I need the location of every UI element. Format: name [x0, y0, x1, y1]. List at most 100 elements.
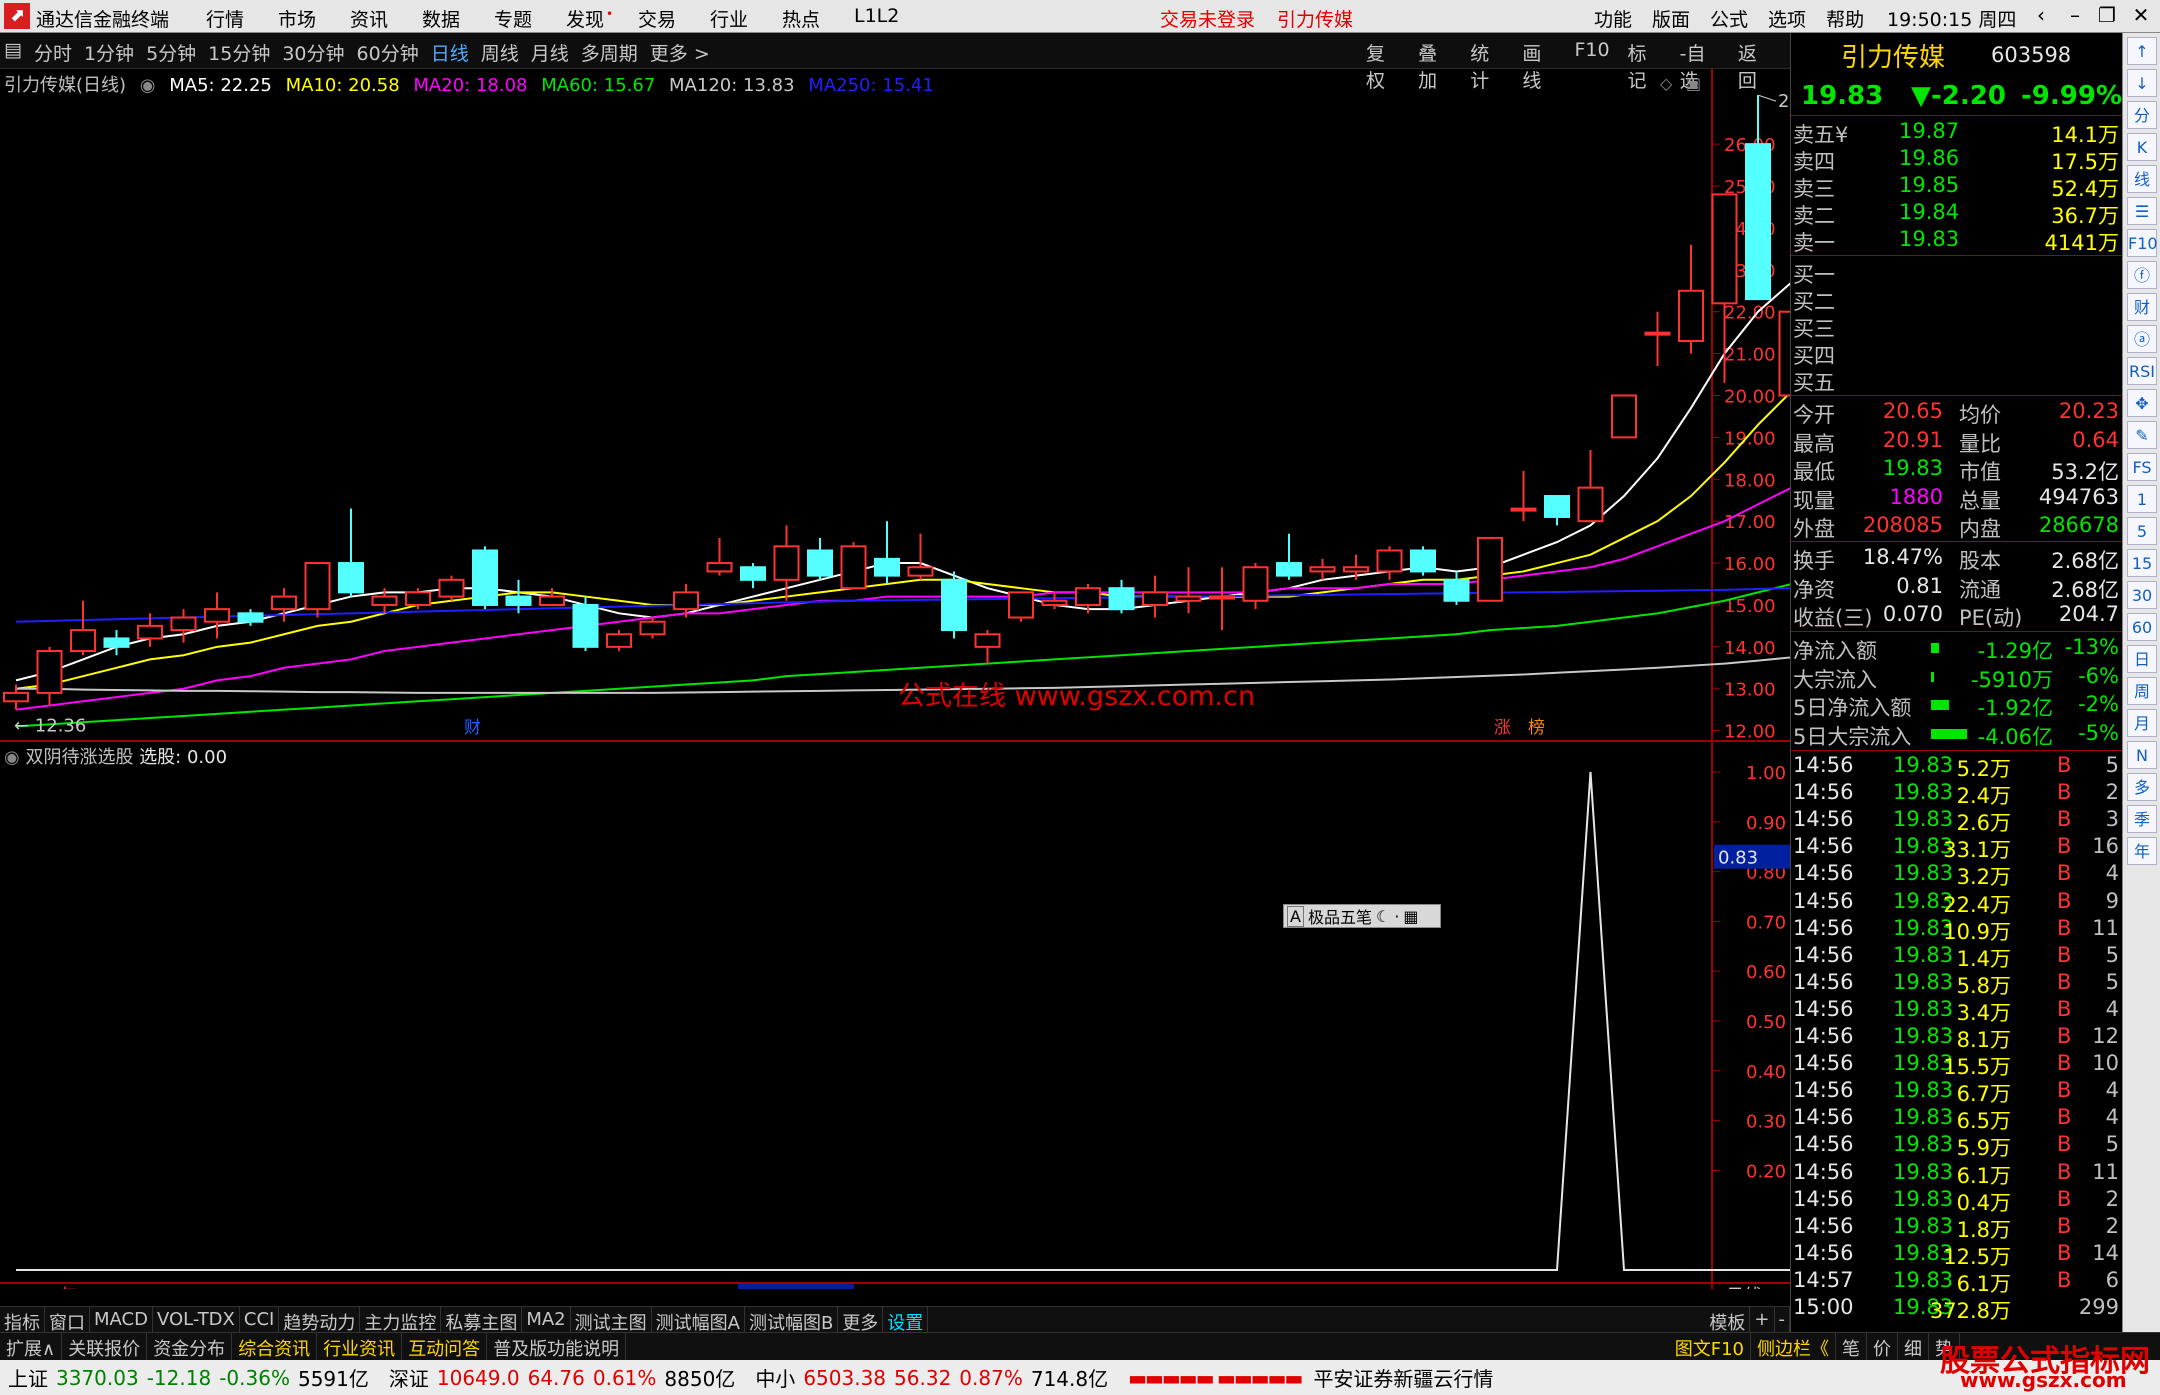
candle[interactable] — [1376, 546, 1403, 580]
candle[interactable] — [36, 646, 63, 706]
side-tool-icon[interactable]: N — [2127, 741, 2157, 769]
menu-item-4[interactable]: 专题 — [494, 5, 566, 32]
candle[interactable] — [1510, 470, 1537, 522]
right-menu-item-1[interactable]: 版面 — [1652, 5, 1690, 32]
side-tool-icon[interactable]: 60 — [2127, 613, 2157, 641]
candle[interactable] — [1678, 244, 1704, 354]
candle[interactable] — [1309, 558, 1336, 580]
side-tool-icon[interactable]: ☰ — [2127, 197, 2157, 225]
candle[interactable] — [1745, 95, 1771, 301]
side-tool-icon[interactable]: RSI — [2127, 357, 2157, 385]
candle[interactable] — [1778, 240, 1791, 403]
ime-toolbar[interactable]: A 极品五笔 ☾ · ▦ — [1283, 904, 1441, 928]
menu-item-6[interactable]: 交易 — [638, 5, 710, 32]
bottom-tab-3[interactable]: 综合资讯 — [232, 1333, 318, 1360]
indicator-tab-right-0[interactable]: 模板 — [1705, 1307, 1751, 1334]
side-tool-icon[interactable]: ✎ — [2127, 421, 2157, 449]
bottom-tab-right-1[interactable]: 侧边栏《 — [1751, 1333, 1836, 1360]
candle[interactable] — [572, 596, 599, 652]
bottom-tab-1[interactable]: 关联报价 — [62, 1333, 148, 1360]
side-tool-icon[interactable]: 5 — [2127, 517, 2157, 545]
legend-toggle-icon[interactable]: ◉ — [140, 75, 156, 96]
ask-price[interactable]: 19.86 — [1899, 146, 1959, 170]
notice-item-1[interactable]: 引力传媒 — [1277, 9, 1353, 31]
candle[interactable] — [874, 521, 900, 584]
candle[interactable] — [338, 508, 364, 597]
close-icon[interactable]: ✕ — [2126, 3, 2156, 27]
candle[interactable] — [1410, 546, 1436, 576]
bottom-tab-2[interactable]: 资金分布 — [147, 1333, 233, 1360]
candle[interactable] — [472, 546, 498, 610]
side-tool-icon[interactable]: ✥ — [2127, 389, 2157, 417]
candle[interactable] — [639, 617, 666, 639]
sz-label[interactable]: 深证 — [389, 1363, 429, 1392]
indicator-tab-2[interactable]: MACD — [90, 1307, 153, 1332]
bottom-tab-right-3[interactable]: 价 — [1867, 1333, 1898, 1360]
candle[interactable] — [539, 588, 565, 606]
bottom-tab-right-0[interactable]: 图文F10 — [1669, 1333, 1751, 1360]
side-tool-icon[interactable]: 15 — [2127, 549, 2157, 577]
candle[interactable] — [103, 630, 130, 656]
candle[interactable] — [1142, 575, 1168, 618]
side-tool-icon[interactable]: K — [2127, 133, 2157, 161]
right-menu-item-3[interactable]: 选项 — [1768, 5, 1806, 32]
bottom-tab-0[interactable]: 扩展∧ — [0, 1333, 63, 1360]
restore-icon[interactable]: ❐ — [2092, 3, 2122, 27]
candle[interactable] — [1276, 533, 1302, 580]
event-marker[interactable]: 涨 — [1494, 718, 1511, 738]
ime-dot-icon[interactable]: · — [1394, 907, 1399, 926]
side-tool-icon[interactable]: 多 — [2127, 773, 2157, 801]
indicator-tab-9[interactable]: 测试主图 — [571, 1307, 652, 1334]
candle[interactable] — [807, 537, 833, 580]
candle[interactable] — [1611, 394, 1637, 439]
side-tool-icon[interactable]: F10 — [2127, 229, 2158, 257]
period-tab-3[interactable]: 15分钟 — [208, 39, 270, 66]
side-tool-icon[interactable]: 周 — [2127, 677, 2157, 705]
notice-item-0[interactable]: 交易未登录 — [1160, 9, 1255, 31]
candle[interactable] — [974, 630, 1001, 664]
candle[interactable] — [1008, 591, 1034, 622]
menu-item-1[interactable]: 市场 — [278, 5, 350, 32]
candle[interactable] — [170, 609, 197, 643]
indicator-tab-13[interactable]: 设置 — [883, 1307, 929, 1334]
indicator-tab-right-1[interactable]: + — [1750, 1307, 1775, 1332]
bottom-tab-right-4[interactable]: 细 — [1898, 1333, 1929, 1360]
period-tab-0[interactable]: 分时 — [34, 39, 72, 66]
side-tool-icon[interactable]: 30 — [2127, 581, 2157, 609]
menu-item-7[interactable]: 行业 — [710, 5, 782, 32]
side-tool-icon[interactable]: FS — [2127, 453, 2157, 481]
candle[interactable] — [1242, 563, 1269, 610]
minimize-icon[interactable]: – — [2060, 3, 2090, 27]
period-tab-10[interactable]: 更多 > — [650, 39, 710, 66]
window-icon[interactable]: ▣ — [1686, 74, 1701, 93]
candle[interactable] — [1544, 495, 1570, 526]
bottom-tab-5[interactable]: 互动问答 — [402, 1333, 488, 1360]
diamond-icon[interactable]: ◇ — [1660, 74, 1673, 93]
period-tab-6[interactable]: 日线 — [431, 39, 469, 66]
ask-price[interactable]: 19.87 — [1899, 119, 1959, 143]
candle[interactable] — [1644, 311, 1671, 367]
candle[interactable] — [204, 592, 230, 639]
indicator-tab-3[interactable]: VOL-TDX — [153, 1307, 240, 1332]
candle[interactable] — [438, 575, 465, 601]
side-tool-icon[interactable]: 财 — [2127, 293, 2157, 321]
ime-a-icon[interactable]: A — [1287, 905, 1304, 927]
menu-item-8[interactable]: 热点 — [782, 5, 854, 32]
menu-item-9[interactable]: L1L2 — [854, 5, 926, 32]
side-tool-icon[interactable]: 1 — [2127, 485, 2157, 513]
candle[interactable] — [1577, 449, 1604, 523]
candle[interactable] — [706, 537, 733, 576]
indicator-tab-8[interactable]: MA2 — [522, 1307, 571, 1332]
side-tool-icon[interactable]: ⓕ — [2127, 261, 2157, 289]
candle[interactable] — [941, 571, 967, 639]
right-menu-item-0[interactable]: 功能 — [1594, 5, 1632, 32]
indicator-tab-11[interactable]: 测试幅图B — [745, 1307, 839, 1334]
ime-moon-icon[interactable]: ☾ — [1376, 907, 1390, 926]
side-tool-icon[interactable]: 线 — [2127, 165, 2157, 193]
sh-label[interactable]: 上证 — [8, 1363, 48, 1392]
candle[interactable] — [1209, 567, 1235, 631]
period-tab-2[interactable]: 5分钟 — [146, 39, 196, 66]
menu-item-3[interactable]: 数据 — [422, 5, 494, 32]
period-tab-4[interactable]: 30分钟 — [282, 39, 344, 66]
candle[interactable] — [907, 533, 934, 580]
